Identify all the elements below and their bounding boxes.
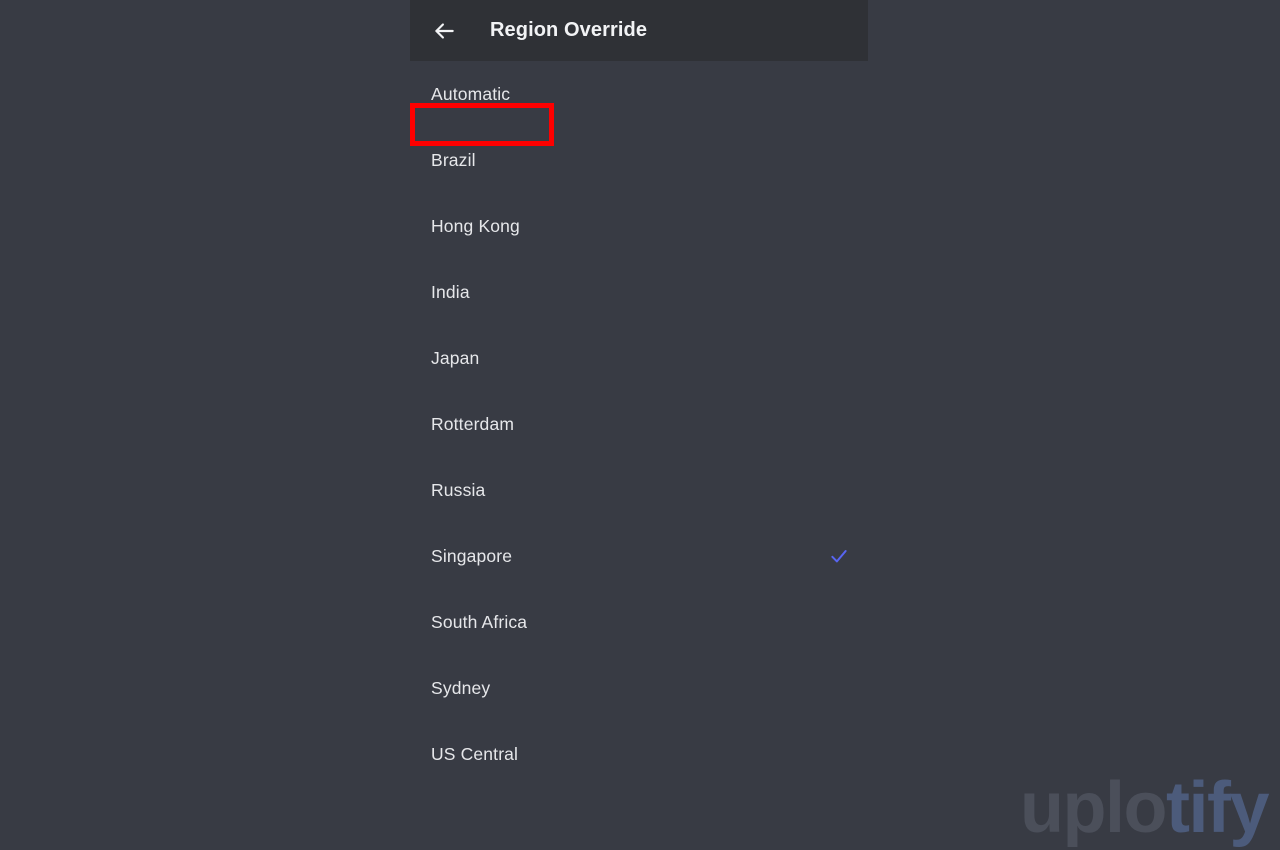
app-header-bar: Region Override [410,0,868,61]
region-label: South Africa [431,611,528,632]
watermark-text-part-1: uplo [1020,768,1167,848]
region-label: Rotterdam [431,413,515,434]
region-row-brazil[interactable]: Brazil [410,127,868,193]
page-title: Region Override [490,19,648,41]
checkmark-icon [828,545,850,567]
region-row-sydney[interactable]: Sydney [410,655,868,721]
arrow-left-icon [431,18,457,44]
region-label: Japan [431,347,480,368]
region-row-us-central[interactable]: US Central [410,721,868,787]
region-row-rotterdam[interactable]: Rotterdam [410,391,868,457]
region-row-russia[interactable]: Russia [410,457,868,523]
back-button[interactable] [422,9,466,53]
region-row-hong-kong[interactable]: Hong Kong [410,193,868,259]
region-label: Hong Kong [431,215,520,236]
region-row-automatic[interactable]: Automatic [410,61,868,127]
region-label: Brazil [431,149,476,170]
region-label: Sydney [431,677,491,698]
region-override-panel: Region Override Automatic Brazil Hong Ko… [410,0,868,850]
region-row-japan[interactable]: Japan [410,325,868,391]
region-label: US Central [431,743,519,764]
region-label: Russia [431,479,486,500]
region-row-india[interactable]: India [410,259,868,325]
region-label: Automatic [431,83,511,104]
region-row-singapore[interactable]: Singapore [410,523,868,589]
region-label: Singapore [431,545,513,566]
watermark-uplotify: uplotify [1020,772,1269,844]
region-list: Automatic Brazil Hong Kong India Japan R… [410,61,868,850]
region-row-south-africa[interactable]: South Africa [410,589,868,655]
region-label: India [431,281,470,302]
watermark-text-part-2: tify [1166,768,1270,848]
